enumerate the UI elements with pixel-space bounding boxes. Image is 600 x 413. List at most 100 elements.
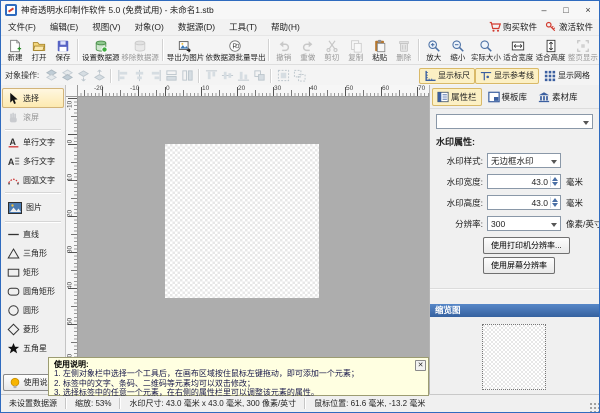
toolbar-separator <box>268 39 270 61</box>
align-right-icon <box>147 68 163 84</box>
cut-icon <box>325 39 339 53</box>
svg-text:A: A <box>8 157 15 167</box>
status-zoom: 缩放: 53% <box>67 398 119 409</box>
tool-arc-text[interactable]: 圆弧文字 <box>2 171 64 190</box>
menu-file[interactable]: 文件(F) <box>1 20 43 35</box>
menu-object[interactable]: 对象(O) <box>128 20 171 35</box>
tab-properties[interactable]: 属性栏 <box>432 88 482 106</box>
move-forward-icon <box>75 68 91 84</box>
tool-multi-line-text[interactable]: A 多行文字 <box>2 152 64 171</box>
tool-rectangle[interactable]: 矩形 <box>2 263 64 282</box>
style-select[interactable]: 无边框水印 <box>487 153 561 168</box>
bring-to-front-icon <box>43 68 59 84</box>
element-selector-combo[interactable] <box>436 114 593 129</box>
tool-panel: 选择 滚屏 A 单行文字 A 多行文字 圆弧文字 图片 直线 <box>1 85 66 395</box>
instruction-line: 1. 左侧对象栏中选择一个工具后，在画布区域按住鼠标左键拖动，即可添加一个元素； <box>54 369 412 378</box>
height-unit: 毫米 <box>561 197 583 209</box>
actual-size-button[interactable]: 实际大小 <box>470 38 502 63</box>
export-image-button[interactable]: 导出为图片 <box>166 38 205 63</box>
use-printer-dpi-button[interactable]: 使用打印机分辨率... <box>483 237 570 254</box>
zoom-out-button[interactable]: 缩小 <box>446 38 470 63</box>
pan-hand-icon <box>7 111 20 124</box>
redo-button: 重做 <box>296 38 320 63</box>
maximize-button[interactable]: □ <box>555 1 577 19</box>
same-width-icon <box>163 68 179 84</box>
diamond-icon <box>7 323 20 336</box>
minimize-button[interactable]: – <box>533 1 555 19</box>
object-toolbar: 对象操作: 显示标尺 显示参考线 显示网格 <box>1 65 599 87</box>
new-button[interactable]: 新建 <box>3 38 27 63</box>
close-instructions-button[interactable]: ✕ <box>415 360 426 371</box>
key-icon <box>545 21 557 33</box>
tool-circle[interactable]: 圆形 <box>2 301 64 320</box>
width-stepper[interactable]: 43.0 <box>487 174 561 189</box>
rectangle-icon <box>7 266 20 279</box>
tab-template-library[interactable]: 模板库 <box>483 88 533 106</box>
open-button[interactable]: 打开 <box>27 38 51 63</box>
buy-software-button[interactable]: 购买软件 <box>489 21 537 33</box>
menu-edit[interactable]: 编辑(E) <box>43 20 85 35</box>
show-grid-toggle[interactable]: 显示网格 <box>539 68 595 84</box>
tool-line[interactable]: 直线 <box>2 225 64 244</box>
menu-tools[interactable]: 工具(T) <box>222 20 264 35</box>
horizontal-ruler: -20 -10 0 10 20 30 40 50 60 70 <box>78 85 429 97</box>
instruction-line: 3. 选择标签中的任意一个元素，在右侧的属性栏里可以调整该元素的属性。 <box>54 388 412 397</box>
menu-bar: 文件(F) 编辑(E) 视图(V) 对象(O) 数据源(D) 工具(T) 帮助(… <box>1 19 599 36</box>
canvas-area[interactable]: -20 -10 0 10 20 30 40 50 60 70 -10 0 10 … <box>66 85 429 395</box>
menu-datasource[interactable]: 数据源(D) <box>171 20 222 35</box>
toolbar-separator <box>418 39 420 61</box>
tool-single-line-text[interactable]: A 单行文字 <box>2 133 64 152</box>
tab-material-library[interactable]: 素材库 <box>533 88 583 106</box>
batch-export-button[interactable]: P 依数据源批量导出 <box>205 38 266 63</box>
fit-height-button[interactable]: 适合高度 <box>534 38 566 63</box>
delete-icon <box>397 39 411 53</box>
set-datasource-button[interactable]: 设置数据源 <box>81 38 120 63</box>
svg-text:P: P <box>233 43 238 50</box>
paste-button[interactable]: 粘贴 <box>368 38 392 63</box>
tool-rounded-rectangle[interactable]: 圆角矩形 <box>2 282 64 301</box>
save-button[interactable]: 保存 <box>51 38 75 63</box>
show-ruler-toggle[interactable]: 显示标尺 <box>419 68 475 84</box>
watermark-document[interactable] <box>165 144 319 298</box>
delete-button: 删除 <box>392 38 416 63</box>
fit-width-button[interactable]: 适合宽度 <box>502 38 534 63</box>
height-label: 水印高度: <box>435 197 487 209</box>
instructions-title: 使用说明: <box>54 360 412 369</box>
spinner-arrows[interactable] <box>550 176 559 187</box>
activate-software-button[interactable]: 激活软件 <box>545 21 593 33</box>
tool-diamond[interactable]: 菱形 <box>2 320 64 339</box>
tool-triangle[interactable]: 三角形 <box>2 244 64 263</box>
height-stepper[interactable]: 43.0 <box>487 195 561 210</box>
redo-icon <box>301 39 315 53</box>
object-operations-label: 对象操作: <box>5 70 39 81</box>
spinner-arrows[interactable] <box>550 197 559 208</box>
status-mouse-position: 鼠标位置: 61.6 毫米, -13.2 毫米 <box>306 398 433 409</box>
panel-separator <box>5 129 61 131</box>
zoom-in-icon <box>427 39 441 53</box>
zoom-in-button[interactable]: 放大 <box>422 38 446 63</box>
close-button[interactable]: × <box>577 1 599 19</box>
rounded-rectangle-icon <box>7 285 20 298</box>
tool-image[interactable]: 图片 <box>2 196 64 219</box>
send-to-back-icon <box>59 68 75 84</box>
dpi-unit: 像素/英寸 <box>561 218 600 230</box>
show-guidelines-toggle[interactable]: 显示参考线 <box>475 68 539 84</box>
actual-size-icon <box>479 39 493 53</box>
menu-view[interactable]: 视图(V) <box>85 20 127 35</box>
width-label: 水印宽度: <box>435 176 487 188</box>
star-icon <box>7 342 20 355</box>
window-title: 神奇透明水印制作软件 5.0 (免费试用) - 未命名1.stb <box>21 4 214 16</box>
menu-help[interactable]: 帮助(H) <box>264 20 307 35</box>
set-datasource-icon <box>94 39 108 53</box>
tool-star[interactable]: 五角星 <box>2 339 64 358</box>
tool-select[interactable]: 选择 <box>2 88 64 108</box>
circle-icon <box>7 304 20 317</box>
use-screen-dpi-button[interactable]: 使用屏幕分辨率 <box>483 257 555 274</box>
resize-grip[interactable] <box>589 402 599 412</box>
single-line-text-icon: A <box>7 136 20 149</box>
title-bar: 神奇透明水印制作软件 5.0 (免费试用) - 未命名1.stb – □ × <box>1 1 599 19</box>
app-window: 神奇透明水印制作软件 5.0 (免费试用) - 未命名1.stb – □ × 文… <box>0 0 600 413</box>
panel-separator <box>5 221 61 223</box>
dpi-select[interactable]: 300 <box>487 216 561 231</box>
ruler-icon <box>424 70 436 82</box>
